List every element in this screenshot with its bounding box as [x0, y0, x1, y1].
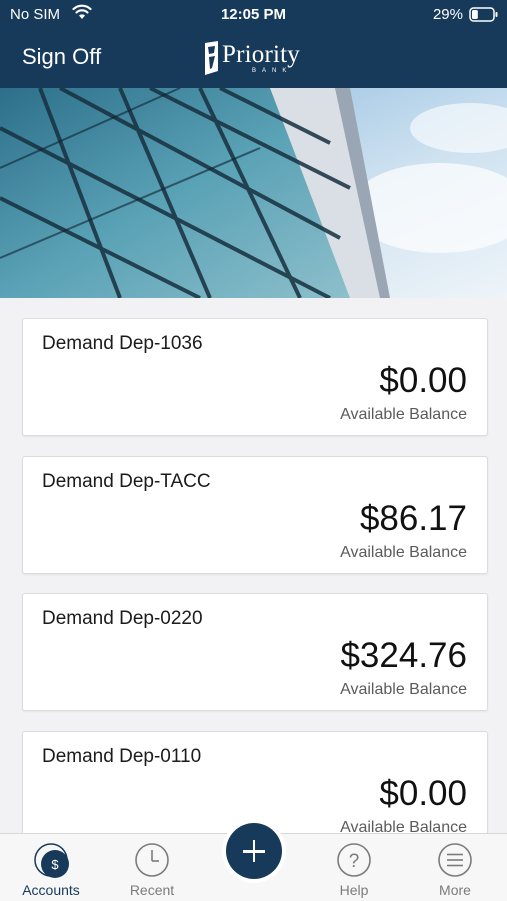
svg-text:?: ?: [349, 851, 360, 872]
clock-label: 12:05 PM: [220, 6, 287, 23]
brand-sub: BANK: [252, 68, 293, 74]
balance-label: Available Balance: [340, 681, 467, 698]
dollar-circle-icon: $: [34, 843, 69, 878]
tab-help-label: Help: [339, 882, 369, 898]
tab-more-label: More: [439, 882, 471, 898]
question-circle-icon: ?: [337, 843, 371, 877]
add-button[interactable]: [226, 823, 282, 879]
tab-recent-label: Recent: [129, 882, 175, 898]
status-bar: No SIM 12:05 PM 29%: [0, 0, 507, 32]
hero-banner-image: [0, 88, 507, 298]
account-card[interactable]: Demand Dep-0220 $324.76 Available Balanc…: [22, 593, 488, 711]
brand-name: Priority: [222, 41, 300, 68]
clock-icon: [135, 843, 169, 877]
balance-label: Available Balance: [340, 544, 467, 561]
account-name: Demand Dep-1036: [42, 333, 203, 354]
tab-accounts-label: Accounts: [22, 882, 80, 898]
svg-text:$: $: [51, 857, 59, 872]
menu-circle-icon: [438, 843, 472, 877]
tab-more[interactable]: More: [405, 834, 505, 901]
account-card[interactable]: Demand Dep-TACC $86.17 Available Balance: [22, 456, 488, 574]
top-bar: No SIM 12:05 PM 29% Sign Off Priority BA…: [0, 0, 507, 88]
account-name: Demand Dep-0220: [42, 608, 203, 629]
account-balance: $324.76: [340, 636, 467, 675]
account-balance: $86.17: [359, 499, 467, 538]
brand-mark-icon: [205, 41, 218, 75]
account-balance: $0.00: [379, 774, 467, 813]
account-name: Demand Dep-0110: [42, 746, 202, 767]
tab-recent[interactable]: Recent: [102, 834, 202, 901]
tab-accounts[interactable]: $ Accounts: [1, 834, 101, 901]
sign-off-button[interactable]: Sign Off: [22, 44, 101, 70]
battery-percent: 29%: [432, 6, 463, 23]
tab-help[interactable]: ? Help: [304, 834, 404, 901]
balance-label: Available Balance: [340, 406, 467, 423]
account-card[interactable]: Demand Dep-1036 $0.00 Available Balance: [22, 318, 488, 436]
account-balance: $0.00: [379, 361, 467, 400]
battery-icon: [469, 7, 499, 27]
plus-icon-vertical: [252, 840, 256, 862]
account-name: Demand Dep-TACC: [42, 471, 211, 492]
